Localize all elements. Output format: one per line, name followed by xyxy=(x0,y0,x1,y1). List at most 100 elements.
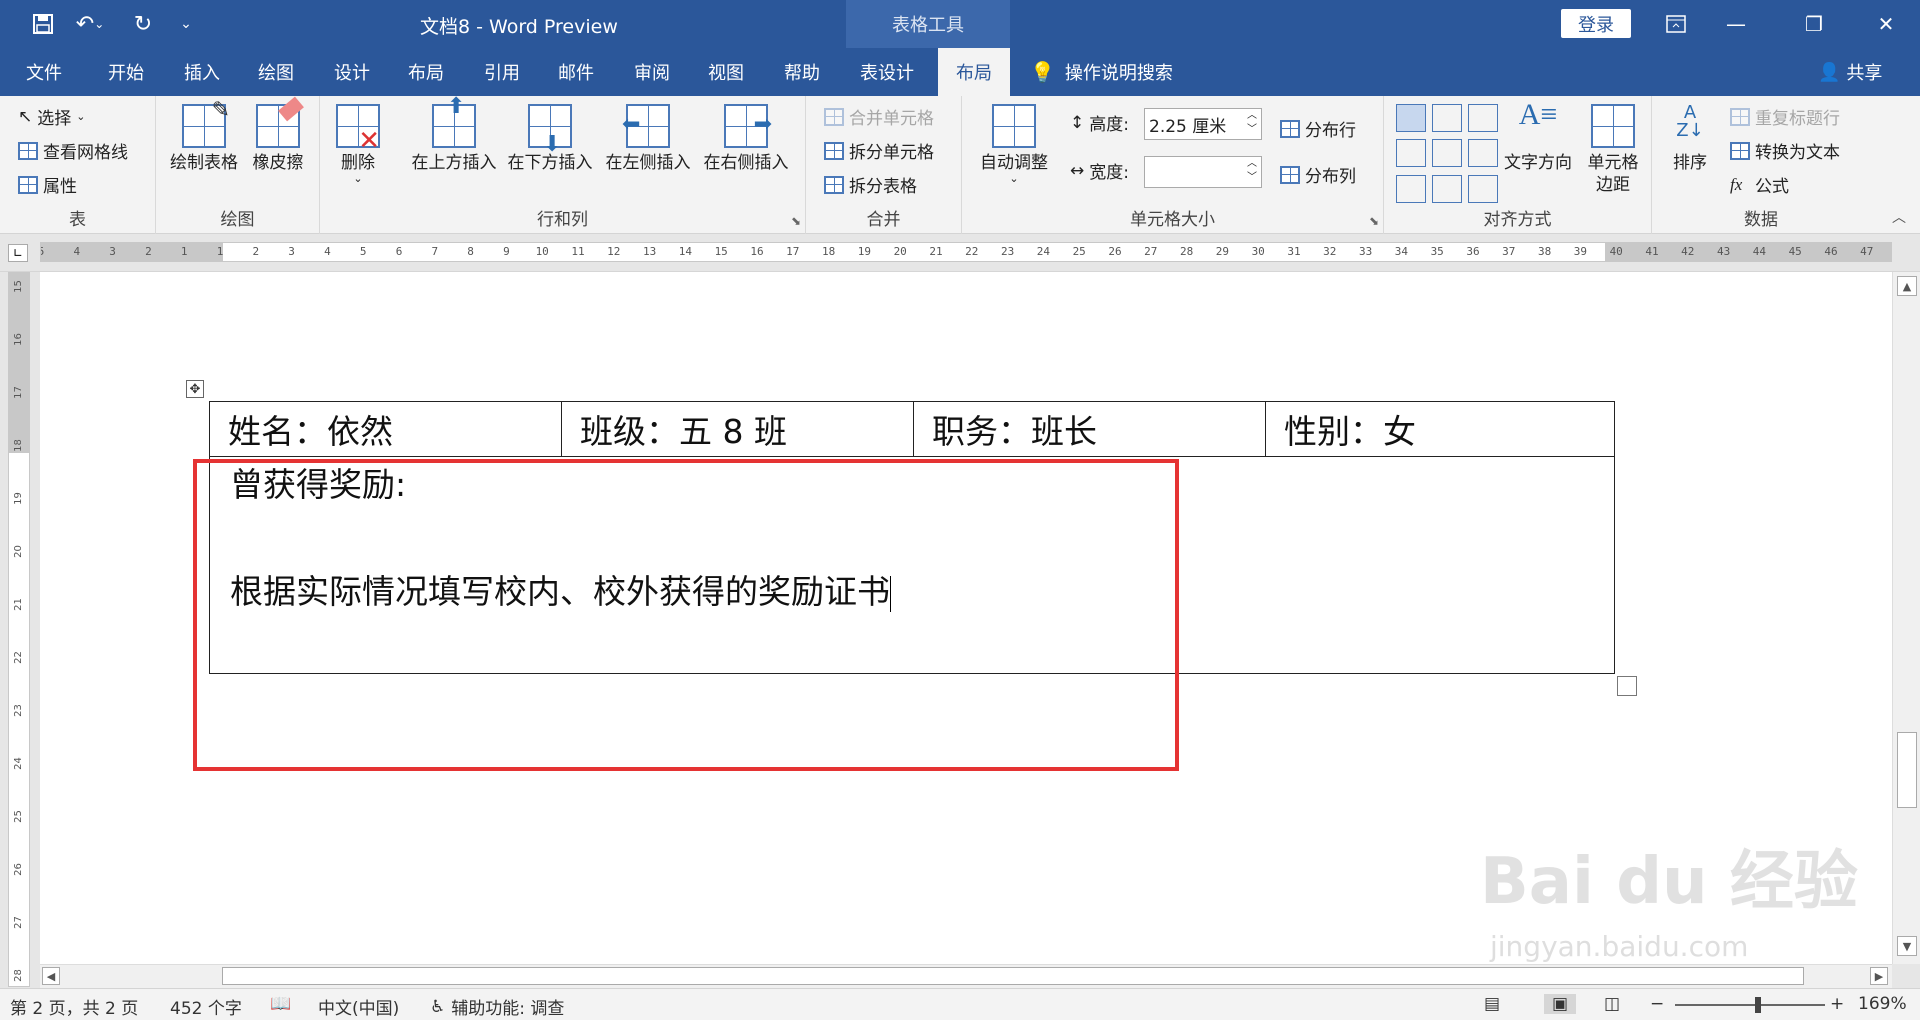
delete-table-icon: ✕ xyxy=(336,104,380,154)
zoom-level[interactable]: 169% xyxy=(1858,994,1907,1014)
repeat-header-rows-button[interactable]: 重复标题行 xyxy=(1730,104,1840,129)
merge-cells-button[interactable]: 合并单元格 xyxy=(824,104,934,129)
ruler-number: 21 xyxy=(12,598,24,611)
tab-design[interactable]: 设计 xyxy=(322,48,382,96)
horizontal-scrollbar[interactable]: ◀ ▶ xyxy=(40,964,1892,988)
ribbon-display-options-icon[interactable] xyxy=(1646,0,1706,48)
tab-selector-icon[interactable]: ∟ xyxy=(8,244,28,262)
select-button[interactable]: ↖ 选择 ⌄ xyxy=(18,104,85,130)
dialog-launcher-icon[interactable]: ⬊ xyxy=(1369,214,1379,228)
table-cell[interactable]: 性别：女 xyxy=(1266,402,1616,456)
restore-icon[interactable]: ❐ xyxy=(1784,0,1844,48)
distribute-rows-button[interactable]: 分布行 xyxy=(1280,116,1356,141)
zoom-in-icon[interactable]: + xyxy=(1830,994,1844,1014)
minimize-icon[interactable]: — xyxy=(1706,0,1766,48)
insert-right-button[interactable]: ➡ 在右侧插入 xyxy=(700,104,792,174)
ruler-number: 5 xyxy=(359,245,367,258)
share-button[interactable]: 👤 共享 xyxy=(1818,48,1882,96)
tab-insert[interactable]: 插入 xyxy=(172,48,232,96)
customize-quick-access-icon[interactable]: ⌄ xyxy=(176,10,196,38)
align-bottom-right-icon[interactable] xyxy=(1468,174,1498,203)
ruler-number: 37 xyxy=(1502,245,1516,258)
zoom-slider-knob[interactable] xyxy=(1755,997,1761,1013)
table-cell[interactable]: 姓名：依然 xyxy=(210,402,562,456)
formula-button[interactable]: fx 公式 xyxy=(1730,172,1789,198)
redo-icon[interactable]: ↻ xyxy=(128,10,158,38)
tab-references[interactable]: 引用 xyxy=(472,48,532,96)
save-icon[interactable] xyxy=(28,10,58,38)
align-middle-center-icon[interactable] xyxy=(1432,139,1462,168)
tab-file[interactable]: 文件 xyxy=(14,48,74,96)
scroll-down-icon[interactable]: ▼ xyxy=(1897,936,1917,956)
word-count[interactable]: 452 个字 xyxy=(170,994,242,1019)
width-spinner-icon[interactable]: ︿ ﹀ xyxy=(1247,157,1257,185)
close-icon[interactable]: ✕ xyxy=(1856,0,1916,48)
table-cell[interactable]: 职务：班长 xyxy=(914,402,1266,456)
accessibility-checker[interactable]: ♿ 辅助功能: 调查 xyxy=(430,994,564,1020)
properties-button[interactable]: 属性 xyxy=(18,172,77,197)
align-top-right-icon[interactable] xyxy=(1468,104,1498,132)
align-bottom-center-icon[interactable] xyxy=(1432,174,1462,203)
split-cells-button[interactable]: 拆分单元格 xyxy=(824,138,934,163)
height-spinner-icon[interactable]: ︿ ﹀ xyxy=(1247,109,1257,137)
insert-above-button[interactable]: ⬆ 在上方插入 xyxy=(408,96,500,174)
tab-home[interactable]: 开始 xyxy=(96,48,156,96)
web-layout-icon[interactable]: ◫ xyxy=(1604,994,1620,1014)
autofit-button[interactable]: 自动调整 ⌄ xyxy=(972,104,1056,184)
split-table-button[interactable]: 拆分表格 xyxy=(824,172,917,197)
table-cell[interactable]: 班级：五 8 班 xyxy=(562,402,914,456)
align-top-left-icon[interactable] xyxy=(1396,104,1426,132)
cell-margins-button[interactable]: 单元格 边距 xyxy=(1580,104,1646,196)
table-move-handle-icon[interactable]: ✥ xyxy=(186,380,204,398)
tell-me-search[interactable]: 💡 操作说明搜索 xyxy=(1030,48,1173,96)
tab-view[interactable]: 视图 xyxy=(696,48,756,96)
zoom-out-icon[interactable]: − xyxy=(1650,994,1664,1014)
convert-to-text-button[interactable]: 转换为文本 xyxy=(1730,138,1840,163)
proofing-icon[interactable]: 📖 xyxy=(270,994,291,1014)
merge-cells-icon xyxy=(824,107,844,126)
vertical-scrollbar[interactable]: ▲ ▼ xyxy=(1892,272,1920,964)
page-count[interactable]: 第 2 页，共 2 页 xyxy=(10,994,138,1019)
view-gridlines-button[interactable]: 查看网格线 xyxy=(18,138,128,163)
horizontal-scroll-thumb[interactable] xyxy=(222,967,1804,985)
insert-below-button[interactable]: ⬇ 在下方插入 xyxy=(504,104,596,174)
eraser-button[interactable]: 橡皮擦 xyxy=(244,96,312,174)
read-mode-icon[interactable]: ▤ xyxy=(1484,994,1500,1014)
width-input[interactable]: ︿ ﹀ xyxy=(1144,156,1262,188)
align-top-center-icon[interactable] xyxy=(1432,104,1462,132)
tab-review[interactable]: 审阅 xyxy=(622,48,682,96)
convert-to-text-label: 转换为文本 xyxy=(1755,143,1840,163)
sort-button[interactable]: A Z↓ 排序 xyxy=(1662,104,1718,174)
vertical-scroll-thumb[interactable] xyxy=(1897,732,1917,808)
print-layout-icon[interactable]: ▣ xyxy=(1544,994,1577,1014)
tab-table-layout[interactable]: 布局 xyxy=(938,48,1010,96)
text-direction-button[interactable]: A≡ 文字方向 xyxy=(1498,100,1578,174)
insert-left-button[interactable]: ⬅ 在左侧插入 xyxy=(602,104,694,174)
login-button[interactable]: 登录 xyxy=(1561,9,1631,38)
ruler-number: 11 xyxy=(571,245,585,258)
language-indicator[interactable]: 中文(中国) xyxy=(318,994,399,1019)
distribute-columns-button[interactable]: 分布列 xyxy=(1280,162,1356,187)
tab-draw[interactable]: 绘图 xyxy=(246,48,306,96)
delete-button[interactable]: ✕ 删除 ⌄ xyxy=(332,104,384,184)
align-middle-left-icon[interactable] xyxy=(1396,139,1426,168)
undo-icon[interactable]: ↶ ⌄ xyxy=(70,10,110,38)
tab-layout[interactable]: 布局 xyxy=(396,48,456,96)
draw-table-button[interactable]: ✎ 绘制表格 xyxy=(168,100,240,174)
scroll-right-icon[interactable]: ▶ xyxy=(1870,967,1888,985)
zoom-slider[interactable] xyxy=(1675,1004,1825,1006)
tab-table-design[interactable]: 表设计 xyxy=(852,48,922,96)
align-bottom-left-icon[interactable] xyxy=(1396,174,1426,203)
vertical-ruler[interactable]: 15 16 17 18 19 20 21 22 23 24 25 26 27 28 xyxy=(8,272,30,987)
tab-help[interactable]: 帮助 xyxy=(772,48,832,96)
dialog-launcher-icon[interactable]: ⬊ xyxy=(791,214,801,228)
collapse-ribbon-icon[interactable]: ︿ xyxy=(1892,207,1906,227)
align-middle-right-icon[interactable] xyxy=(1468,139,1498,168)
scroll-left-icon[interactable]: ◀ xyxy=(42,967,60,985)
ruler-strip[interactable]: 5432112345678910111213141516171819202122… xyxy=(40,242,1892,262)
table-resize-handle[interactable] xyxy=(1617,676,1637,696)
tab-mailings[interactable]: 邮件 xyxy=(546,48,606,96)
height-input[interactable]: 2.25 厘米 ︿ ﹀ xyxy=(1144,108,1262,140)
scroll-up-icon[interactable]: ▲ xyxy=(1897,276,1917,296)
ruler-number: 9 xyxy=(503,245,510,258)
